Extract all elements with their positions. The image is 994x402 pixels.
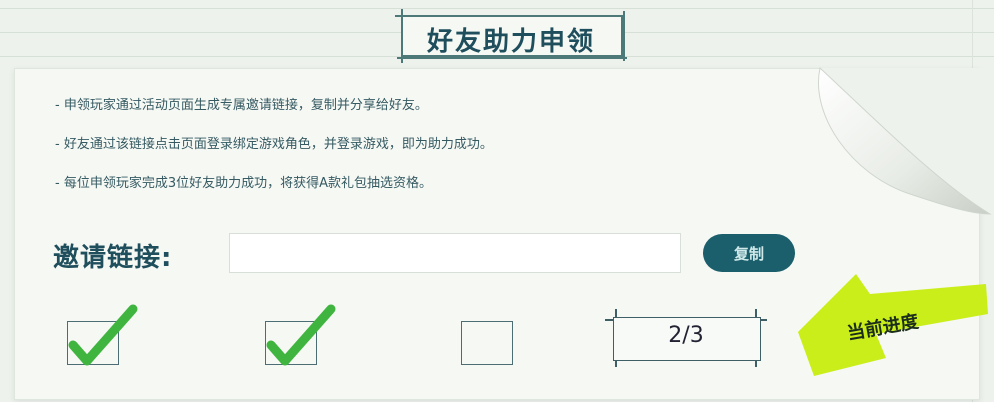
page-curl xyxy=(818,67,992,215)
check-icon xyxy=(68,304,138,366)
progress-counter-frame: 2/3 xyxy=(605,309,767,367)
rule-item: - 好友通过该链接点击页面登录绑定游戏角色，并登录游戏，即为助力成功。 xyxy=(55,137,493,152)
progress-slot-2 xyxy=(261,304,336,366)
rule-item: - 申领玩家通过活动页面生成专属邀请链接，复制并分享给好友。 xyxy=(55,98,428,113)
progress-slot-1 xyxy=(63,304,138,366)
progress-slot-3 xyxy=(457,317,513,365)
page-title: 好友助力申领 xyxy=(426,27,595,57)
title-frame: 好友助力申领 xyxy=(395,9,627,63)
rule-item: - 每位申领玩家完成3位好友助力成功，将获得A款礼包抽选资格。 xyxy=(55,176,432,191)
check-icon xyxy=(266,304,336,366)
invite-link-label: 邀请链接: xyxy=(53,243,173,273)
progress-count: 2/3 xyxy=(668,323,704,348)
copy-button[interactable]: 复制 xyxy=(703,234,795,272)
invite-link-input[interactable] xyxy=(229,233,681,273)
rules-list: - 申领玩家通过活动页面生成专属邀请链接，复制并分享给好友。 - 好友通过该链接… xyxy=(55,97,815,214)
current-progress-arrow: 当前进度 xyxy=(798,274,988,376)
